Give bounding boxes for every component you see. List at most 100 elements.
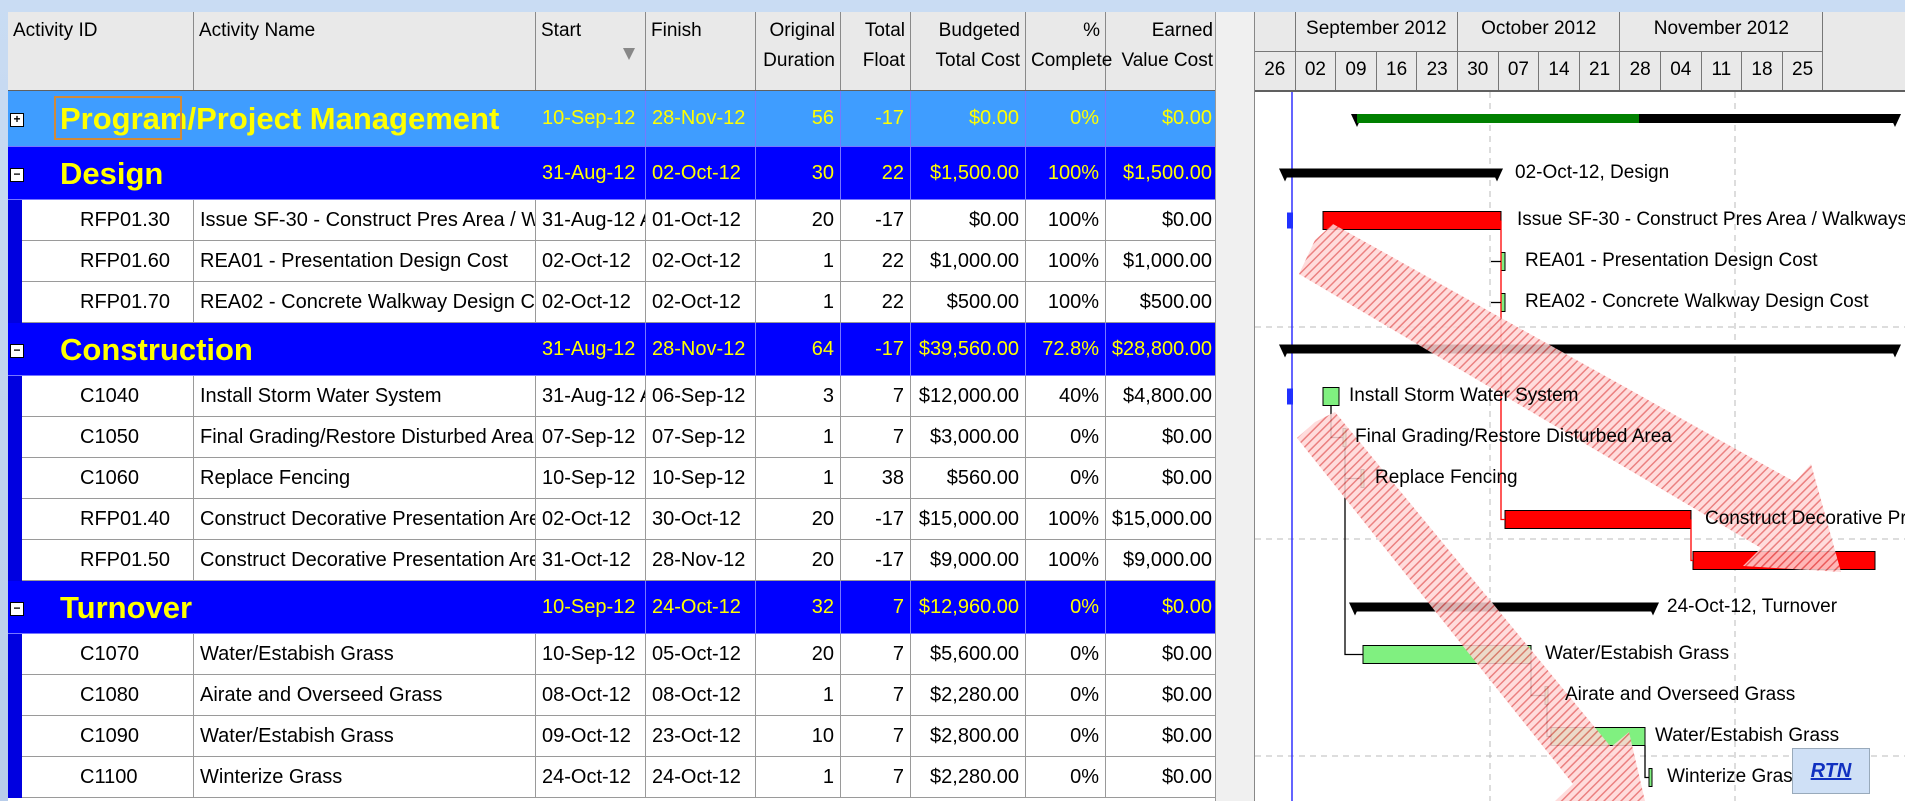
link [1644, 745, 1649, 779]
cell-earned: $0.00 [1106, 91, 1215, 147]
summary-bar-design [1285, 168, 1497, 178]
activity-row[interactable]: RFP01.40 Construct Decorative Presentatio… [8, 499, 1215, 540]
activity-row[interactable]: C1060 Replace Fencing 10-Sep-12 10-Sep-12 1 3… [8, 458, 1215, 499]
wbs-band [8, 376, 22, 417]
cell-earned: $0.00 [1106, 417, 1215, 458]
activity-row[interactable]: C1040 Install Storm Water System 31-Aug-12… [8, 376, 1215, 417]
cell-float: -17 [841, 91, 911, 147]
splitter[interactable] [1215, 12, 1256, 801]
column-header-cost[interactable]: Budgeted Total Cost [911, 12, 1026, 90]
collapse-icon[interactable]: − [10, 601, 24, 616]
cell-cost: $3,000.00 [911, 417, 1026, 458]
wbs-band [8, 675, 22, 716]
cell-cost: $12,000.00 [911, 376, 1026, 417]
cell-earned: $15,000.00 [1106, 499, 1215, 540]
cell-float: 22 [841, 282, 911, 323]
cell-id: C1080 [8, 675, 194, 716]
summary-bar-turnover [1355, 602, 1653, 612]
cell-name: Water/Estabish Grass [194, 634, 536, 675]
cell-id: C1060 [8, 458, 194, 499]
collapse-icon[interactable]: − [10, 167, 24, 182]
column-header-pct[interactable]: % Complete [1026, 12, 1112, 90]
cell-start: 08-Oct-12 [536, 675, 646, 716]
cell-id: C1050 [8, 417, 194, 458]
cell-id: RFP01.50 [8, 540, 194, 581]
bar-rfp0130 [1322, 211, 1502, 230]
sort-indicator-icon [623, 48, 635, 60]
activity-row[interactable]: C1090 Water/Estabish Grass 09-Oct-12 23-Oct… [8, 716, 1215, 757]
bar-c1100 [1648, 768, 1653, 787]
cell-id: RFP01.60 [8, 241, 194, 282]
activity-row[interactable]: C1070 Water/Estabish Grass 10-Sep-12 05-Oct… [8, 634, 1215, 675]
activity-row[interactable]: C1050 Final Grading/Restore Disturbed Are… [8, 417, 1215, 458]
cell-finish: 07-Sep-12 [646, 417, 756, 458]
actual-start-marker [1287, 212, 1293, 229]
wbs-band [8, 716, 22, 757]
column-header-dur[interactable]: Original Duration [756, 12, 841, 90]
cell-pct: 0% [1026, 634, 1106, 675]
bar-label: Install Storm Water System [1349, 384, 1579, 406]
cell-earned: $0.00 [1106, 200, 1215, 241]
wbs-band [8, 634, 22, 675]
cell-finish: 28-Nov-12 [646, 540, 756, 581]
wbs-band [8, 241, 22, 282]
cell-start: 31-Oct-12 [536, 540, 646, 581]
column-header-id[interactable]: Activity ID [8, 12, 194, 90]
bar-label: Airate and Overseed Grass [1565, 683, 1796, 705]
wbs-band [8, 757, 22, 798]
cell-id: C1040 [8, 376, 194, 417]
cell-name: Construct Decorative Presentation Area [194, 540, 536, 581]
rtn-button[interactable]: RTN [1792, 748, 1870, 794]
wbs-row[interactable]: 10-Sep-12 28-Nov-12 56 -17 $0.00 0% $0.00 Progr… [8, 91, 1215, 147]
activity-row[interactable]: RFP01.70 REA02 - Concrete Walkway Design … [8, 282, 1215, 323]
cell-finish: 06-Sep-12 [646, 376, 756, 417]
column-header-float[interactable]: Total Float [841, 12, 911, 90]
wbs-band [8, 458, 22, 499]
cell-earned: $1,000.00 [1106, 241, 1215, 282]
cell-pct: 40% [1026, 376, 1106, 417]
app-frame: Activity ID Activity Name Start Finish Origi… [0, 0, 1905, 801]
summary-bar-construction [1285, 344, 1895, 354]
cell-finish: 28-Nov-12 [646, 91, 756, 147]
cell-pct: 100% [1026, 147, 1106, 200]
cell-float: -17 [841, 323, 911, 376]
cell-dur: 32 [756, 581, 841, 634]
cell-pct: 100% [1026, 499, 1106, 540]
cell-finish: 28-Nov-12 [646, 323, 756, 376]
collapse-icon[interactable]: − [10, 343, 24, 358]
table-header: Activity ID Activity Name Start Finish Origi… [8, 12, 1215, 92]
wbs-name: Design [60, 155, 164, 191]
cell-earned: $28,800.00 [1106, 323, 1215, 376]
cell-name [194, 581, 536, 634]
column-header-earned[interactable]: Earned Value Cost [1106, 12, 1215, 90]
cell-cost: $1,000.00 [911, 241, 1026, 282]
activity-row[interactable]: RFP01.60 REA01 - Presentation Design Cost… [8, 241, 1215, 282]
cell-pct: 0% [1026, 417, 1106, 458]
wbs-row[interactable]: 10-Sep-12 24-Oct-12 32 7 $12,960.00 0% $0.00 Tu… [8, 581, 1215, 634]
cell-dur: 20 [756, 499, 841, 540]
activity-row[interactable]: C1100 Winterize Grass 24-Oct-12 24-Oct-12 1 7… [8, 757, 1215, 798]
wbs-row[interactable]: 31-Aug-12 02-Oct-12 30 22 $1,500.00 100% $1,50… [8, 147, 1215, 200]
cell-float: 7 [841, 376, 911, 417]
cell-dur: 20 [756, 200, 841, 241]
activity-row[interactable]: RFP01.50 Construct Decorative Presentatio… [8, 540, 1215, 581]
column-header-finish[interactable]: Finish [646, 12, 756, 90]
cell-float: -17 [841, 540, 911, 581]
expand-icon[interactable]: + [10, 113, 24, 127]
bar-label: Issue SF-30 - Construct Pres Area / Walk… [1517, 208, 1905, 230]
cell-name [194, 147, 536, 200]
cell-cost: $2,280.00 [911, 675, 1026, 716]
cell-start: 02-Oct-12 [536, 282, 646, 323]
cell-pct: 100% [1026, 282, 1106, 323]
wbs-name: Turnover [60, 589, 193, 625]
activity-row[interactable]: RFP01.30 Issue SF-30 - Construct Pres Are… [8, 200, 1215, 241]
cell-start: 10-Sep-12 [536, 581, 646, 634]
cell-finish: 24-Oct-12 [646, 757, 756, 798]
wbs-band [8, 282, 22, 323]
column-header-start[interactable]: Start [536, 12, 646, 90]
cell-pct: 100% [1026, 241, 1106, 282]
bar-label: 02-Oct-12, Design [1515, 161, 1670, 183]
wbs-row[interactable]: 31-Aug-12 28-Nov-12 64 -17 $39,560.00 72.8% $2… [8, 323, 1215, 376]
activity-row[interactable]: C1080 Airate and Overseed Grass 08-Oct-12 0… [8, 675, 1215, 716]
column-header-name[interactable]: Activity Name [194, 12, 536, 90]
